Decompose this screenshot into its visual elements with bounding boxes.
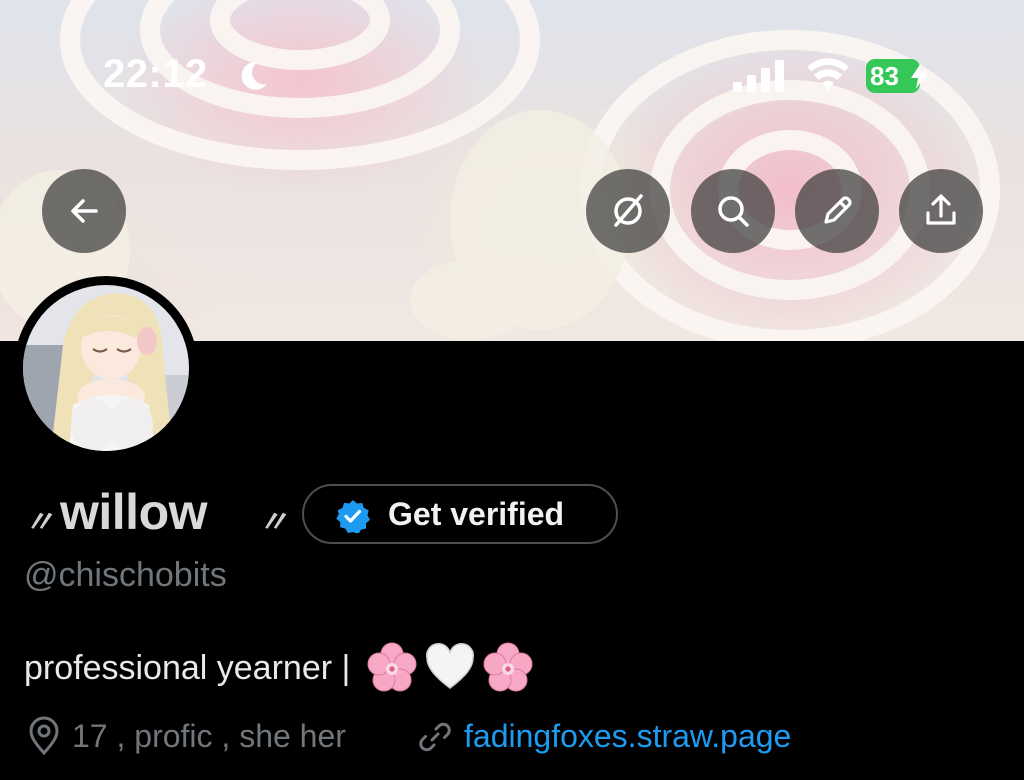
name-decoration-right: 〃 [258, 506, 288, 539]
battery-indicator: 83 [866, 59, 932, 93]
bio: professional yearner | [24, 642, 534, 694]
search-button[interactable] [691, 169, 775, 253]
website-link[interactable]: fadingfoxes.straw.page [464, 718, 791, 755]
share-button[interactable] [899, 169, 983, 253]
location-pin-icon [29, 716, 59, 756]
cherry-blossom-emoji [483, 642, 533, 692]
avatar-frame[interactable] [14, 276, 198, 460]
location-text: 17 , profic , she her [72, 718, 346, 754]
back-arrow-icon [71, 199, 98, 223]
cherry-blossom-emoji [367, 642, 417, 692]
status-time: 22:12 [103, 52, 208, 96]
grok-icon [614, 194, 643, 227]
share-icon [926, 194, 956, 225]
get-verified-button[interactable]: Get verified [302, 484, 618, 544]
pencil-icon [824, 196, 852, 224]
avatar-image [23, 285, 189, 451]
white-heart-emoji [426, 643, 475, 689]
moon-icon [241, 61, 267, 90]
verified-badge-icon [336, 500, 370, 533]
avatar[interactable] [23, 285, 189, 451]
user-handle: @chischobits [24, 556, 227, 594]
wifi-icon [807, 58, 849, 90]
get-verified-label: Get verified [388, 496, 565, 532]
display-name: willow [60, 484, 208, 540]
back-button[interactable] [42, 169, 126, 253]
cellular-signal-icon [733, 60, 784, 92]
search-icon [718, 196, 749, 227]
link-icon [419, 722, 451, 752]
name-decoration-left: 〃 [24, 506, 54, 539]
charging-bolt-icon [911, 63, 927, 89]
bio-text: professional yearner | [24, 648, 351, 687]
grok-button[interactable] [586, 169, 670, 253]
edit-button[interactable] [795, 169, 879, 253]
